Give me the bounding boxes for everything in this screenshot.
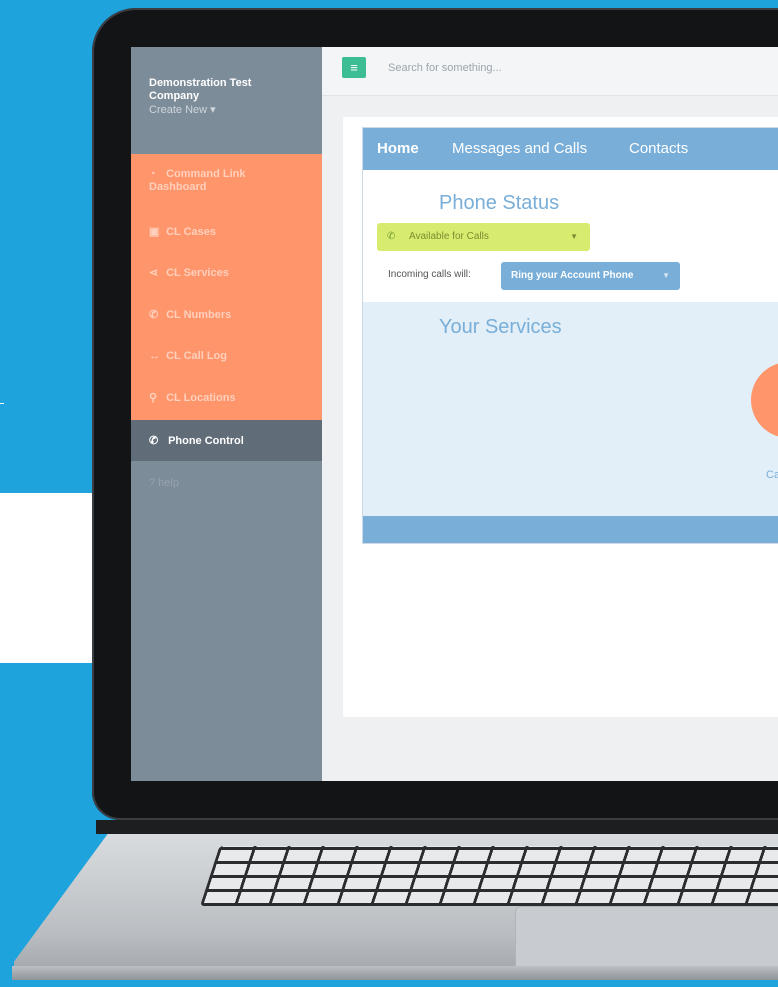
tab-contacts[interactable]: Contacts bbox=[629, 140, 688, 157]
phone-control-panel: Home Messages and Calls Contacts Phone S… bbox=[362, 127, 778, 544]
ring-option-dropdown[interactable]: Ring your Account Phone ▼ bbox=[501, 262, 680, 290]
top-bar: ≡ Search for something... bbox=[322, 47, 778, 96]
location-pin-icon: ⚲ bbox=[149, 392, 158, 404]
laptop-screen: Demonstration Test Company Create New ▾ … bbox=[131, 47, 778, 781]
sidebar-menu: ◔ Command Link Dashboard ▣ CL Cases ⋖ CL… bbox=[131, 154, 322, 420]
phone-status-title: Phone Status bbox=[439, 192, 560, 214]
briefcase-icon: ▣ bbox=[149, 226, 160, 238]
service-label: Ca bbox=[766, 469, 778, 481]
services-title: Your Services bbox=[439, 316, 562, 338]
company-name: Demonstration Test Company bbox=[149, 77, 252, 102]
sidebar-item-label: CL Numbers bbox=[166, 309, 232, 321]
services-section: Your Services Ca bbox=[363, 302, 778, 516]
sidebar-item-label: CL Locations bbox=[166, 392, 236, 404]
laptop-hinge bbox=[96, 820, 778, 834]
content-card: Home Messages and Calls Contacts Phone S… bbox=[343, 117, 778, 717]
caret-down-icon: ▼ bbox=[570, 232, 578, 241]
phone-icon: ✆ bbox=[387, 231, 396, 242]
sidebar-item-label: CL Cases bbox=[166, 226, 216, 238]
sidebar: Demonstration Test Company Create New ▾ … bbox=[131, 47, 322, 781]
company-switcher[interactable]: Demonstration Test Company Create New ▾ bbox=[131, 47, 322, 125]
sidebar-item-services[interactable]: ⋖ CL Services bbox=[149, 267, 229, 280]
sidebar-item-label: Command Link Dashboard bbox=[149, 168, 246, 193]
phone-icon: ✆ bbox=[149, 309, 159, 321]
tab-messages-and-calls[interactable]: Messages and Calls bbox=[452, 140, 587, 157]
create-new-dropdown[interactable]: Create New ▾ bbox=[149, 103, 322, 117]
incoming-calls-label: Incoming calls will: bbox=[388, 269, 471, 280]
laptop-trackpad bbox=[515, 906, 778, 974]
phone-icon: ✆ bbox=[149, 435, 159, 447]
caret-down-icon: ▼ bbox=[662, 271, 670, 280]
search-input[interactable]: Search for something... bbox=[388, 62, 502, 74]
sidebar-item-dashboard[interactable]: ◔ Command Link Dashboard bbox=[149, 168, 299, 194]
laptop-keyboard bbox=[200, 846, 778, 906]
panel-footer bbox=[363, 516, 778, 543]
tab-bar: Home Messages and Calls Contacts bbox=[363, 128, 778, 170]
sidebar-item-cases[interactable]: ▣ CL Cases bbox=[149, 226, 216, 239]
service-circle-icon[interactable] bbox=[751, 362, 778, 438]
sidebar-item-locations[interactable]: ⚲ CL Locations bbox=[149, 392, 236, 405]
background-dash bbox=[0, 403, 4, 404]
sidebar-item-label: CL Call Log bbox=[166, 350, 227, 362]
sidebar-item-label: CL Services bbox=[166, 267, 229, 279]
ring-option-value: Ring your Account Phone bbox=[511, 270, 634, 281]
help-link[interactable]: ? help bbox=[149, 477, 179, 489]
availability-dropdown[interactable]: ✆ Available for Calls ▼ bbox=[377, 223, 590, 251]
arrows-icon: ↔ bbox=[149, 350, 160, 362]
availability-value: Available for Calls bbox=[409, 231, 489, 242]
sidebar-item-phone-control[interactable]: ✆ Phone Control bbox=[131, 420, 322, 461]
tab-home[interactable]: Home bbox=[377, 140, 419, 157]
hamburger-menu-button[interactable]: ≡ bbox=[342, 57, 366, 78]
sidebar-item-call-log[interactable]: ↔ CL Call Log bbox=[149, 350, 227, 363]
sidebar-item-label: Phone Control bbox=[168, 435, 244, 447]
sidebar-item-numbers[interactable]: ✆ CL Numbers bbox=[149, 309, 231, 322]
share-icon: ⋖ bbox=[149, 267, 159, 279]
dashboard-icon: ◔ bbox=[149, 168, 156, 180]
laptop-base-edge bbox=[12, 966, 778, 980]
